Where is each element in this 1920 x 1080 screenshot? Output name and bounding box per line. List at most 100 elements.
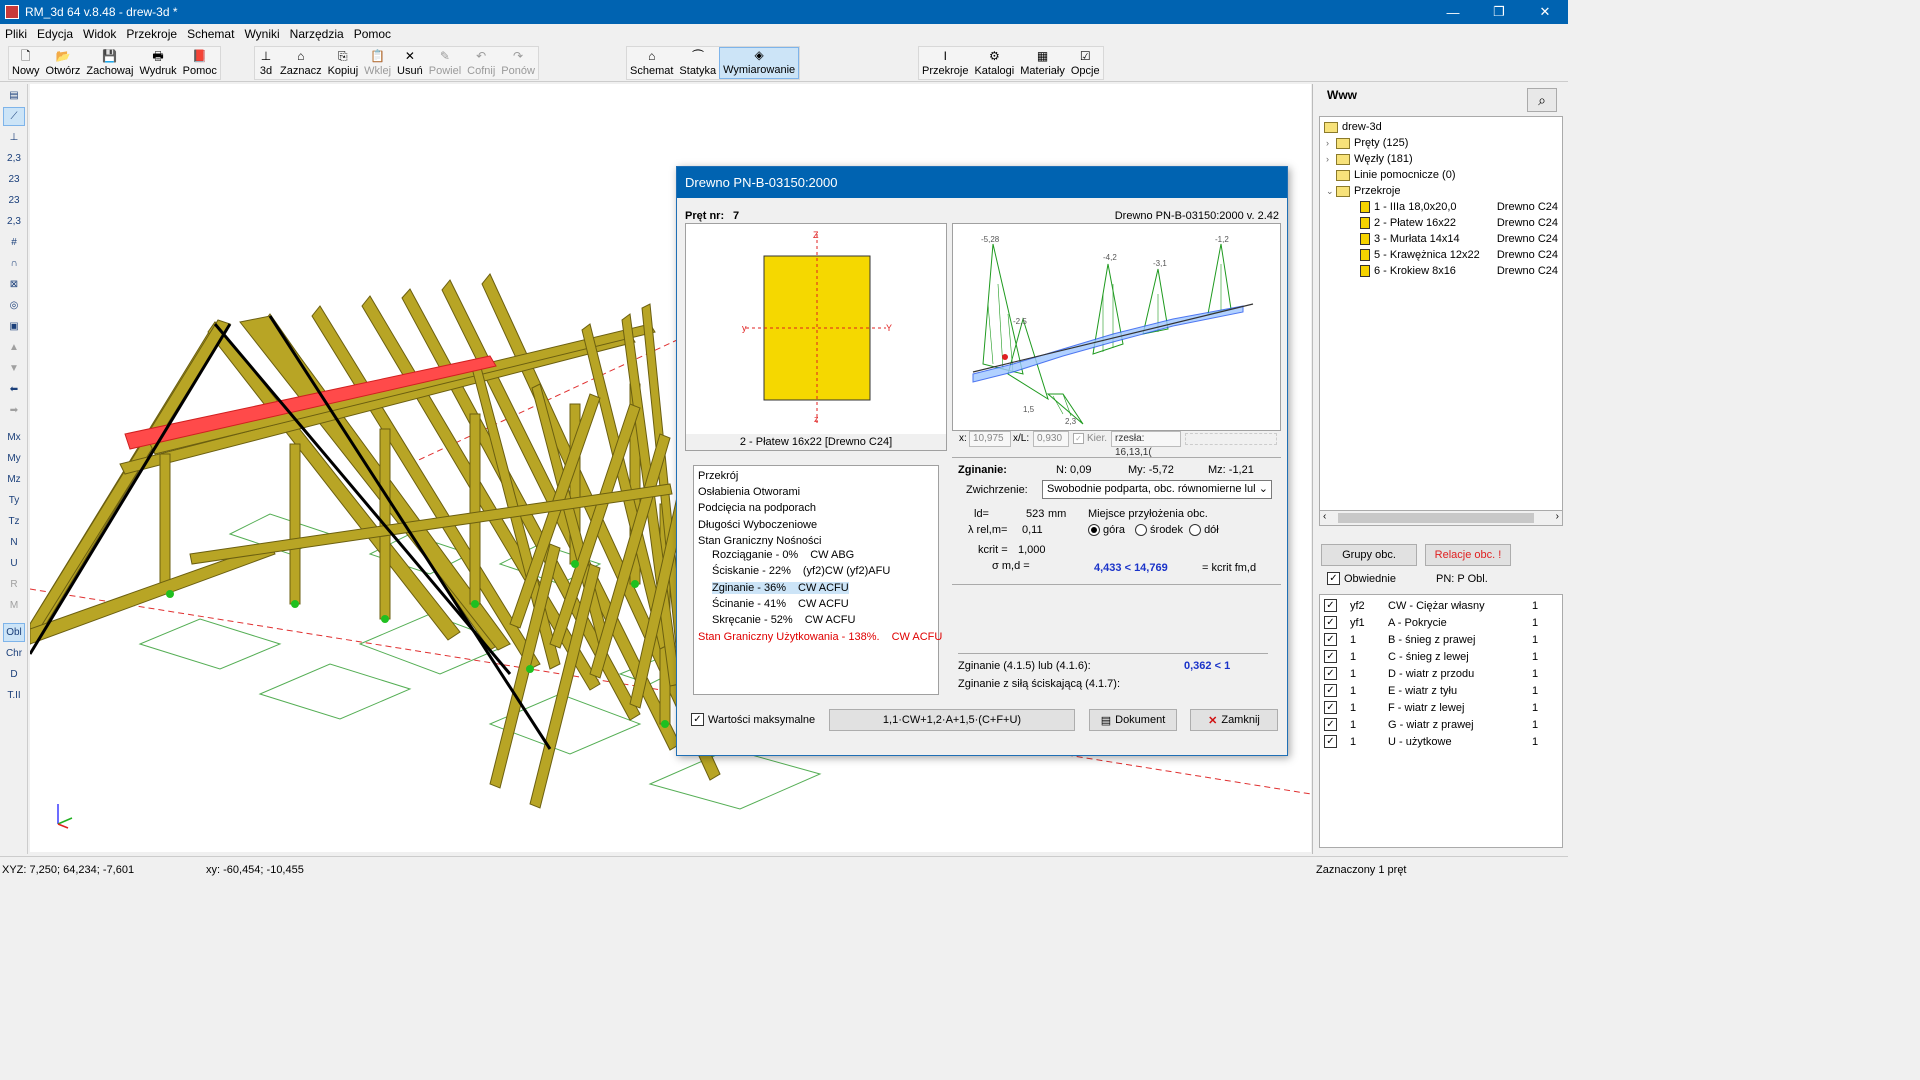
project-tree[interactable]: drew-3d › Pręty (125) › Węzły (181) Lini… [1319, 116, 1563, 526]
load-case-row[interactable]: ✓ 1 B - śnieg z prawej 1 [1320, 631, 1562, 648]
tools-opcje-button[interactable]: ☑ Opcje [1068, 47, 1103, 79]
menu-edycja[interactable]: Edycja [32, 27, 78, 41]
tree-root[interactable]: drew-3d [1324, 119, 1382, 135]
menu-przekroje[interactable]: Przekroje [121, 27, 182, 41]
check-sgu[interactable]: Stan Graniczny Użytkowania - 138%. CW ACF… [698, 631, 942, 643]
load-groups-button[interactable]: Grupy obc. [1321, 544, 1417, 566]
load-case-checkbox[interactable]: ✓ [1324, 684, 1337, 697]
tree-item-przekroje[interactable]: ⌄ Przekroje [1326, 183, 1400, 199]
tools-przekroje-button[interactable]: Ι Przekroje [919, 47, 971, 79]
menu-pomoc[interactable]: Pomoc [349, 27, 396, 41]
mode-statyka-button[interactable]: ⏜ Statyka [676, 47, 719, 79]
maximize-button[interactable]: ❐ [1476, 0, 1522, 24]
edit-zaznacz-button[interactable]: ⌂ Zaznacz [277, 47, 325, 79]
r-button[interactable]: R [3, 575, 25, 594]
load-case-checkbox[interactable]: ✓ [1324, 718, 1337, 731]
chevron-right-icon[interactable]: › [1326, 154, 1336, 164]
draw-bar-icon[interactable]: ⟋ [3, 107, 25, 126]
max-values-checkbox[interactable]: ✓ [691, 713, 704, 726]
target-icon[interactable]: ◎ [3, 296, 25, 315]
scrollbar-thumb[interactable] [1338, 513, 1534, 523]
check-item[interactable]: Osłabienia Otworami [698, 486, 800, 498]
m-button[interactable]: M [3, 596, 25, 615]
load-case-checkbox[interactable]: ✓ [1324, 701, 1337, 714]
tree-section-item[interactable]: 5 - Krawężnica 12x22 Drewno C24 [1360, 247, 1560, 263]
cross-icon[interactable]: ⊠ [3, 275, 25, 294]
edit-ponw-button[interactable]: ↷ Ponów [498, 47, 538, 79]
check-item[interactable]: Podcięcia na podporach [698, 502, 816, 514]
load-case-checkbox[interactable]: ✓ [1324, 667, 1337, 680]
edit-wklej-button[interactable]: 📋 Wklej [361, 47, 394, 79]
arrow-up-icon[interactable]: ▲ [3, 338, 25, 357]
tools-katalogi-button[interactable]: ⚙ Katalogi [971, 47, 1017, 79]
load-case-row[interactable]: ✓ 1 G - wiatr z prawej 1 [1320, 716, 1562, 733]
arrow-left-icon[interactable]: ⬅ [3, 380, 25, 399]
numbering-icon[interactable]: 2,3 [3, 149, 25, 168]
menu-narzedzia[interactable]: Narzędzia [285, 27, 349, 41]
load-case-row[interactable]: ✓ yf2 CW - Ciężar własny 1 [1320, 597, 1562, 614]
t-button[interactable]: T.II [3, 686, 25, 705]
support-icon[interactable]: ⊥ [3, 128, 25, 147]
load-case-row[interactable]: ✓ 1 E - wiatr z tyłu 1 [1320, 682, 1562, 699]
envelopes-checkbox[interactable]: ✓ [1327, 572, 1340, 585]
tree-section-item[interactable]: 2 - Płatew 16x22 Drewno C24 [1360, 215, 1560, 231]
my-button[interactable]: My [3, 449, 25, 468]
load-case-checkbox[interactable]: ✓ [1324, 599, 1337, 612]
tree-hscrollbar[interactable]: ‹ › [1319, 510, 1563, 526]
tools-materiay-button[interactable]: ▦ Materiały [1017, 47, 1068, 79]
arc-icon[interactable]: ∩ [3, 254, 25, 273]
load-case-checkbox[interactable]: ✓ [1324, 735, 1337, 748]
menu-pliki[interactable]: Pliki [0, 27, 32, 41]
tz-button[interactable]: Tz [3, 512, 25, 531]
grid-icon[interactable]: # [3, 233, 25, 252]
radio-top[interactable] [1088, 524, 1100, 536]
dimension-icon[interactable]: 2,3 [3, 212, 25, 231]
load-case-row[interactable]: ✓ 1 U - użytkowe 1 [1320, 733, 1562, 750]
load-case-checkbox[interactable]: ✓ [1324, 650, 1337, 663]
checks-list[interactable]: Przekrój Osłabienia Otworami Podcięcia na… [693, 465, 942, 695]
tree-item-wezly[interactable]: › Węzły (181) [1326, 151, 1413, 167]
menu-widok[interactable]: Widok [78, 27, 121, 41]
load-relations-button[interactable]: Relacje obc. ! [1425, 544, 1511, 566]
edit-3d-button[interactable]: ⊥ 3d [255, 47, 277, 79]
check-header[interactable]: Przekrój [698, 470, 738, 482]
mz-button[interactable]: Mz [3, 470, 25, 489]
file-wydruk-button[interactable]: 🖶 Wydruk [136, 47, 179, 79]
tree-section-item[interactable]: 3 - Murłata 14x14 Drewno C24 [1360, 231, 1560, 247]
tree-item-prety[interactable]: › Pręty (125) [1326, 135, 1408, 151]
document-button[interactable]: ▤ Dokument [1089, 709, 1177, 731]
load-case-checkbox[interactable]: ✓ [1324, 616, 1337, 629]
menu-wyniki[interactable]: Wyniki [239, 27, 284, 41]
radio-bottom[interactable] [1189, 524, 1202, 536]
load-case-row[interactable]: ✓ 1 D - wiatr z przodu 1 [1320, 665, 1562, 682]
tree-section-item[interactable]: 6 - Krokiew 8x16 Drewno C24 [1360, 263, 1560, 279]
edit-cofnij-button[interactable]: ↶ Cofnij [464, 47, 498, 79]
file-otwrz-button[interactable]: 📂 Otwórz [43, 47, 84, 79]
chevron-right-icon[interactable]: › [1326, 138, 1336, 148]
check-item[interactable]: Stan Graniczny Nośności [698, 535, 822, 547]
load-case-row[interactable]: ✓ 1 F - wiatr z lewej 1 [1320, 699, 1562, 716]
kier-field[interactable]: rzesła: 16,13,1( [1111, 431, 1181, 458]
edit-usu-button[interactable]: ✕ Usuń [394, 47, 426, 79]
chr-button[interactable]: Chr [3, 644, 25, 663]
check-subitem[interactable]: Ściskanie - 22% (yf2)CW (yf2)AFU [712, 565, 890, 577]
mode-schemat-button[interactable]: ⌂ Schemat [627, 47, 676, 79]
edit-kopiuj-button[interactable]: ⎘ Kopiuj [325, 47, 362, 79]
load-case-row[interactable]: ✓ 1 C - śnieg z lewej 1 [1320, 648, 1562, 665]
check-subitem[interactable]: Zginanie - 36% CW ACFU [712, 581, 849, 594]
file-zachowaj-button[interactable]: 💾 Zachowaj [83, 47, 136, 79]
check-subitem[interactable]: Rozciąganie - 0% CW ABG [712, 549, 854, 561]
chevron-down-icon[interactable]: ⌄ [1326, 186, 1336, 197]
kier-checkbox[interactable]: ✓ [1073, 432, 1088, 444]
d-button[interactable]: D [3, 665, 25, 684]
close-window-button[interactable]: ✕ [1522, 0, 1568, 24]
load-cases-list[interactable]: ✓ yf2 CW - Ciężar własny 1 ✓ yf1 A - Pokrycie 1… [1319, 594, 1563, 848]
camera-icon[interactable]: ▣ [3, 317, 25, 336]
mode-wymiarowanie-button[interactable]: ◈ Wymiarowanie [719, 47, 800, 79]
search-button[interactable]: ⌕ [1527, 88, 1557, 112]
mx-button[interactable]: Mx [3, 428, 25, 447]
load-case-checkbox[interactable]: ✓ [1324, 633, 1337, 646]
edit-powiel-button[interactable]: ✎ Powiel [426, 47, 464, 79]
close-button[interactable]: ✕ Zamknij [1190, 709, 1278, 731]
file-pomoc-button[interactable]: 📕 Pomoc [180, 47, 220, 79]
